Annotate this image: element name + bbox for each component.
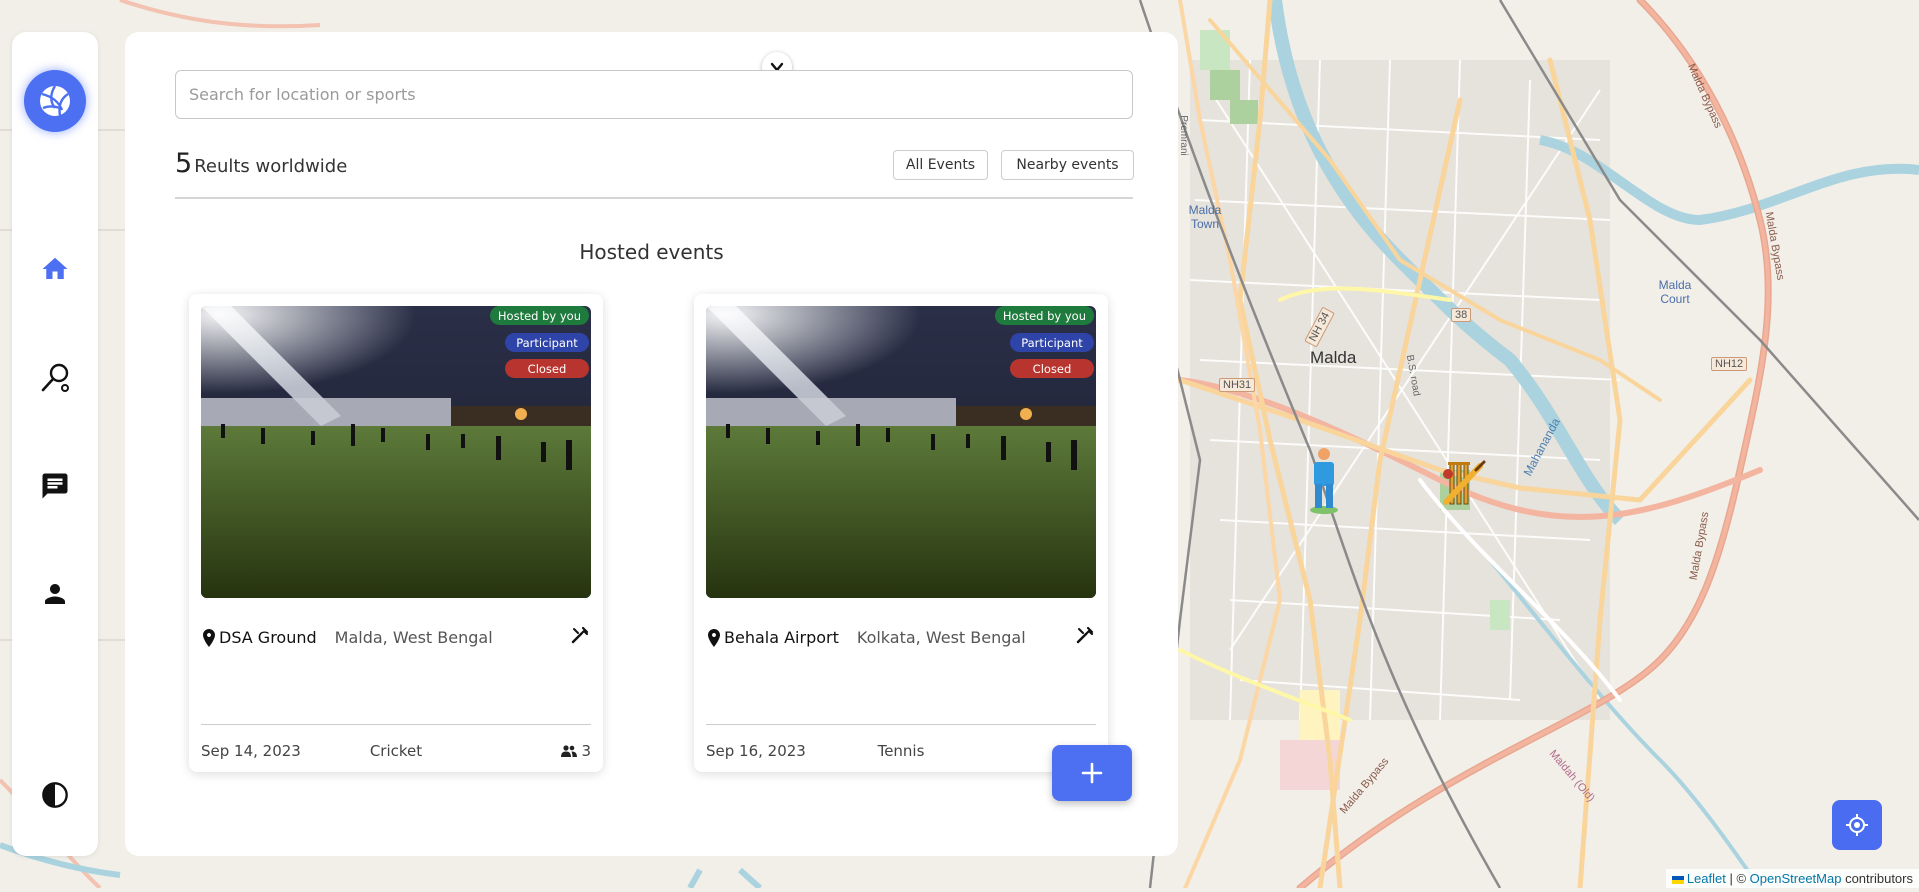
card-divider (201, 724, 591, 725)
leaflet-link[interactable]: Leaflet (1687, 871, 1726, 886)
app-logo[interactable] (24, 70, 86, 132)
person-icon (45, 584, 65, 604)
card-divider (706, 724, 1096, 725)
all-events-button[interactable]: All Events (893, 150, 988, 180)
event-sport: Cricket (369, 742, 423, 760)
plus-icon (1081, 762, 1103, 784)
results-summary: 5 Reults worldwide (175, 148, 347, 179)
results-count: 5 (175, 148, 193, 179)
shield-nh31: NH31 (1219, 378, 1256, 392)
edit-event-button[interactable] (1076, 626, 1094, 648)
participant-badge: Participant (1010, 333, 1094, 352)
closed-badge: Closed (1010, 359, 1094, 378)
map-label-malda-town: Malda Town (1188, 203, 1222, 231)
nearby-events-button[interactable]: Nearby events (1001, 150, 1134, 180)
closed-badge: Closed (505, 359, 589, 378)
attribution-separator: | © (1725, 871, 1750, 886)
attribution-contributors: contributors (1841, 871, 1913, 886)
event-sport: Tennis (877, 742, 925, 760)
shield-38: 38 (1451, 308, 1472, 322)
location-pin-icon (708, 628, 720, 647)
participant-badge: Participant (505, 333, 589, 352)
events-panel: 5Reults worldwide All Events Nearby even… (125, 32, 1178, 856)
edit-event-button[interactable] (571, 626, 589, 648)
sidebar (12, 32, 98, 856)
nav-chat[interactable] (38, 469, 72, 503)
map-label-premrani: Premrani (1177, 115, 1189, 156)
results-label: Reults worldwide (194, 156, 348, 177)
osm-link[interactable]: OpenStreetMap (1750, 871, 1842, 886)
contrast-icon (42, 782, 68, 808)
locate-me-button[interactable] (1832, 800, 1882, 850)
crosshair-icon (1846, 814, 1868, 836)
map-label-malda-court: Malda Court (1658, 278, 1692, 306)
shield-nh12: NH12 (1711, 357, 1748, 371)
volleyball-icon (40, 85, 70, 117)
search-input[interactable] (175, 70, 1133, 119)
event-card[interactable]: Hosted by you Participant Closed Behala … (694, 294, 1108, 772)
location-pin-icon (203, 628, 215, 647)
tools-icon (571, 626, 589, 644)
map-label-malda: Malda (1310, 348, 1357, 367)
ukraine-flag-icon (1671, 875, 1684, 884)
racket-icon (41, 363, 69, 392)
participants-number: 3 (581, 742, 591, 760)
theme-toggle[interactable] (38, 778, 72, 812)
nav-sports[interactable] (38, 361, 72, 395)
user-location-marker[interactable] (1306, 446, 1342, 520)
tools-icon (1076, 626, 1094, 644)
venue-city: Malda, West Bengal (334, 628, 493, 647)
map-attribution: Leaflet | © OpenStreetMap contributors (1665, 869, 1919, 888)
cricket-event-marker[interactable] (1440, 458, 1486, 510)
venue-name: Behala Airport (724, 628, 839, 647)
chat-icon (42, 473, 68, 499)
participants-count: 3 (561, 742, 591, 760)
nav-profile[interactable] (38, 577, 72, 611)
hosted-by-you-badge: Hosted by you (994, 306, 1094, 325)
hosted-by-you-badge: Hosted by you (489, 306, 589, 325)
event-card[interactable]: Hosted by you Participant Closed DSA Gro… (189, 294, 603, 772)
event-location: DSA Ground Malda, West Bengal (203, 628, 493, 647)
venue-city: Kolkata, West Bengal (856, 628, 1026, 647)
create-event-button[interactable] (1052, 745, 1132, 801)
nav-home[interactable] (38, 252, 72, 286)
home-icon (42, 257, 68, 279)
venue-name: DSA Ground (219, 628, 317, 647)
event-location: Behala Airport Kolkata, West Bengal (708, 628, 1026, 647)
section-title: Hosted events (579, 240, 724, 264)
results-divider (175, 197, 1133, 199)
people-icon (561, 745, 578, 757)
